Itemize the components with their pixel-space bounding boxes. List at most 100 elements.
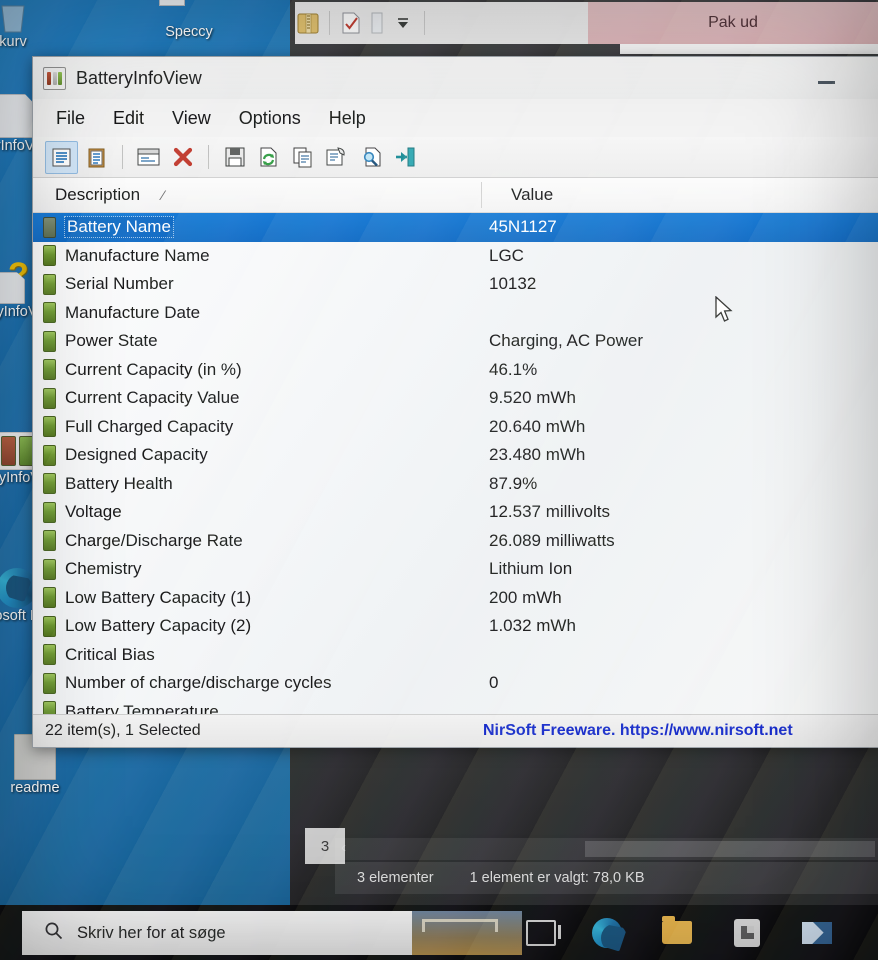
save-button[interactable]	[219, 142, 250, 173]
list-view-button[interactable]	[45, 140, 78, 174]
extract-button[interactable]: Pak ud	[588, 2, 878, 44]
table-row[interactable]: Low Battery Capacity (1) 200 mWh	[33, 584, 878, 613]
toolbar-separator-2	[208, 145, 209, 169]
table-row[interactable]: Manufacture Date	[33, 299, 878, 328]
table-row[interactable]: Critical Bias	[33, 641, 878, 670]
table-row[interactable]: Power State Charging, AC Power	[33, 327, 878, 356]
desktop-icon-speccy[interactable]: ↗ Speccy	[158, 0, 220, 41]
row-description-cell: Manufacture Date	[33, 302, 481, 324]
list-header[interactable]: Description ⁄ Value	[33, 178, 878, 213]
nirsoft-link[interactable]: NirSoft Freeware. https://www.nirsoft.ne…	[483, 722, 793, 740]
table-row[interactable]: Manufacture Name LGC	[33, 242, 878, 271]
refresh-button[interactable]	[253, 142, 284, 173]
column-header-value[interactable]: Value	[503, 185, 553, 205]
row-description-label: Battery Health	[65, 473, 173, 493]
menu-item-help[interactable]: Help	[318, 105, 377, 132]
battery-icon	[43, 615, 56, 637]
toolbar[interactable]	[33, 137, 878, 178]
explorer-selection-info: 1 element er valgt: 78,0 KB	[469, 870, 645, 886]
battery-icon	[43, 501, 56, 523]
menu-item-view[interactable]: View	[161, 105, 222, 132]
clipboard-button[interactable]	[81, 142, 112, 173]
row-description-label: Manufacture Date	[65, 302, 201, 322]
table-row[interactable]: Current Capacity (in %) 46.1%	[33, 356, 878, 385]
delete-button[interactable]	[167, 142, 198, 173]
row-description-cell: Voltage	[33, 501, 481, 523]
desktop-icon-recycle-bin[interactable]: kurv	[0, 0, 44, 51]
blank-document-icon[interactable]	[364, 8, 390, 38]
scroll-left-arrow-icon[interactable]: ‹	[341, 839, 346, 856]
task-view-button[interactable]	[512, 905, 570, 960]
column-header-description[interactable]: Description ⁄	[33, 185, 503, 205]
microsoft-store-button[interactable]	[718, 905, 776, 960]
table-row[interactable]: Battery Name 45N1127	[33, 213, 878, 242]
table-row[interactable]: Battery Health 87.9%	[33, 470, 878, 499]
row-description-cell: Serial Number	[33, 273, 481, 295]
row-description-cell: Charge/Discharge Rate	[33, 530, 481, 552]
battery-info-list[interactable]: Description ⁄ Value Battery Name 45N1127 M…	[33, 178, 878, 714]
minimize-button[interactable]	[811, 71, 841, 93]
desktop-icon-label: Speccy	[165, 24, 213, 40]
battery-icon	[43, 587, 56, 609]
zip-folder-icon[interactable]	[295, 8, 321, 38]
html-report-button[interactable]	[321, 142, 352, 173]
taskbar[interactable]: Skriv her for at søge	[0, 905, 878, 960]
row-description-label: Serial Number	[65, 274, 174, 294]
table-row[interactable]: Number of charge/discharge cycles 0	[33, 669, 878, 698]
row-description-cell: Battery Temperature	[33, 701, 481, 714]
row-description-label: Designed Capacity	[65, 445, 208, 465]
mouse-cursor	[714, 295, 734, 324]
row-value-cell: 9.520 mWh	[489, 388, 576, 408]
table-row[interactable]: Full Charged Capacity 20.640 mWh	[33, 413, 878, 442]
table-row[interactable]: Battery Temperature	[33, 698, 878, 714]
edge-button[interactable]	[578, 905, 636, 960]
explorer-horizontal-scrollbar[interactable]: ‹	[335, 838, 878, 860]
battery-icon	[43, 473, 56, 495]
row-description-cell: Designed Capacity	[33, 444, 481, 466]
row-description-label: Current Capacity Value	[65, 388, 240, 408]
app-icon	[43, 66, 66, 90]
menu-item-options[interactable]: Options	[228, 105, 312, 132]
scrollbar-thumb[interactable]	[585, 841, 875, 857]
task-view-icon	[526, 919, 561, 946]
explorer-address-bar[interactable]	[620, 44, 878, 54]
copy-button[interactable]	[287, 142, 318, 173]
chevron-down-icon[interactable]	[390, 8, 416, 38]
find-button[interactable]	[355, 142, 386, 173]
ribbon-separator-1	[329, 11, 330, 35]
list-rows[interactable]: Battery Name 45N1127 Manufacture Name LGC Se…	[33, 213, 878, 714]
row-description-label: Battery Name	[64, 216, 174, 239]
checkmark-document-icon[interactable]	[338, 8, 364, 38]
table-row[interactable]: Serial Number 10132	[33, 270, 878, 299]
row-description-label: Battery Temperature	[65, 701, 219, 714]
edge-icon	[592, 917, 622, 948]
battery-icon	[43, 530, 56, 552]
row-value-cell: 0	[489, 673, 499, 693]
menu-bar[interactable]: File Edit View Options Help	[33, 99, 878, 137]
table-row[interactable]: Current Capacity Value 9.520 mWh	[33, 384, 878, 413]
table-row[interactable]: Charge/Discharge Rate 26.089 milliwatts	[33, 527, 878, 556]
table-row[interactable]: Voltage 12.537 millivolts	[33, 498, 878, 527]
exit-button[interactable]	[389, 142, 420, 173]
battery-icon	[43, 245, 56, 267]
status-bar: 22 item(s), 1 Selected NirSoft Freeware.…	[33, 714, 878, 747]
table-row[interactable]: Low Battery Capacity (2) 1.032 mWh	[33, 612, 878, 641]
properties-button[interactable]	[133, 142, 164, 173]
row-description-cell: Low Battery Capacity (1)	[33, 587, 481, 609]
column-divider[interactable]	[481, 182, 482, 208]
table-row[interactable]: Designed Capacity 23.480 mWh	[33, 441, 878, 470]
desktop-icon-label: readme	[10, 780, 60, 796]
mail-icon	[802, 921, 832, 944]
row-value-cell: Charging, AC Power	[489, 331, 644, 351]
search-box[interactable]: Skriv her for at søge	[22, 911, 522, 955]
search-placeholder: Skriv her for at søge	[77, 923, 226, 942]
batteryinfoview-window[interactable]: BatteryInfoView File Edit View Options H…	[32, 56, 878, 748]
mail-button[interactable]	[788, 905, 846, 960]
file-explorer-button[interactable]	[648, 905, 706, 960]
menu-item-edit[interactable]: Edit	[102, 105, 155, 132]
window-title-bar[interactable]: BatteryInfoView	[33, 57, 878, 99]
table-row[interactable]: Chemistry Lithium Ion	[33, 555, 878, 584]
row-value-cell: Lithium Ion	[489, 559, 573, 579]
menu-item-file[interactable]: File	[45, 105, 96, 132]
row-description-cell: Manufacture Name	[33, 245, 481, 267]
